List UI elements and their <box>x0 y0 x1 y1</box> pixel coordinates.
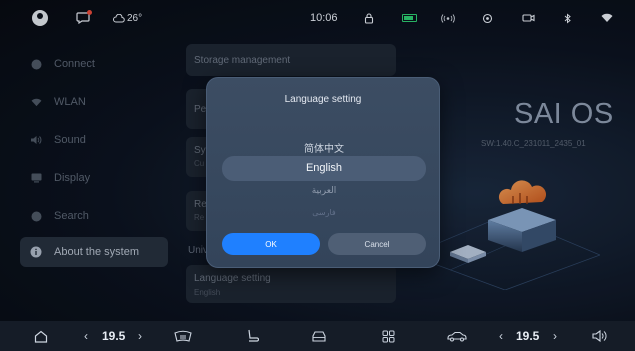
language-option-simplified-chinese[interactable]: 简体中文 <box>222 140 426 155</box>
temp-decrease-right-icon[interactable]: ‹ <box>499 327 503 345</box>
dialog-title: Language setting <box>284 94 362 105</box>
language-option-persian[interactable]: فارسی <box>222 208 426 217</box>
left-temperature: 19.5 <box>102 329 126 343</box>
car-icon[interactable] <box>311 327 327 345</box>
right-temperature: 19.5 <box>516 329 540 343</box>
temp-increase-left-icon[interactable]: › <box>138 327 142 345</box>
cancel-button[interactable]: Cancel <box>328 233 426 255</box>
volume-icon[interactable] <box>592 327 607 345</box>
vehicle-icon[interactable] <box>447 327 467 345</box>
home-icon[interactable] <box>34 327 48 345</box>
temp-increase-right-icon[interactable]: › <box>553 327 557 345</box>
apps-grid-icon[interactable] <box>382 327 395 345</box>
heated-windshield-icon[interactable] <box>174 327 192 345</box>
language-option-arabic[interactable]: العربية <box>222 185 426 196</box>
bottom-dock: ‹ 19.5 › ‹ 19.5 › <box>0 321 635 351</box>
temp-decrease-left-icon[interactable]: ‹ <box>84 327 88 345</box>
language-option-english[interactable]: English <box>222 156 426 181</box>
language-setting-dialog: Language setting 简体中文 English العربية فا… <box>206 77 440 268</box>
ok-button[interactable]: OK <box>222 233 320 255</box>
seat-icon[interactable] <box>247 327 259 345</box>
screen: 26° 10:06 Connect WLAN Sound Display Sea… <box>0 0 635 351</box>
